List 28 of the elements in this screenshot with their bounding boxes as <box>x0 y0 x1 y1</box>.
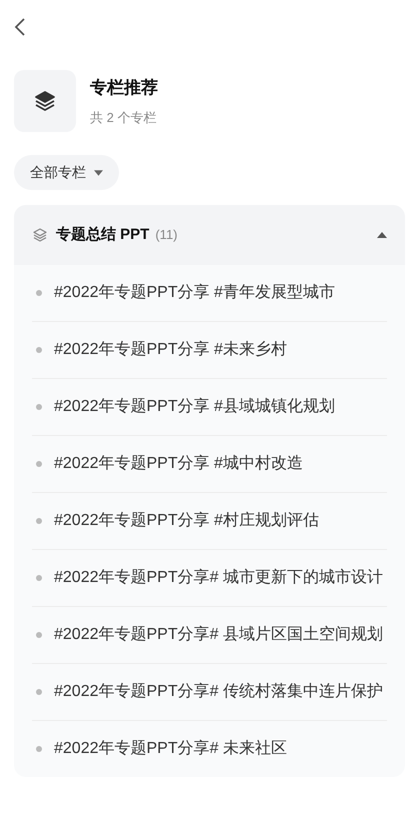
article-link[interactable]: #2022年专题PPT分享# 县域片区国土空间规划 <box>54 622 383 648</box>
article-link[interactable]: #2022年专题PPT分享# 城市更新下的城市设计 <box>54 565 383 591</box>
page-title: 专栏推荐 <box>90 76 158 98</box>
layers-icon <box>32 227 48 243</box>
layers-icon <box>33 89 57 113</box>
bullet-icon <box>36 689 42 695</box>
article-link[interactable]: #2022年专题PPT分享# 传统村落集中连片保护 <box>54 679 383 705</box>
bullet-icon <box>36 518 42 524</box>
article-link[interactable]: #2022年专题PPT分享# 未来社区 <box>54 736 287 762</box>
caret-icon <box>94 170 103 176</box>
section-title: 专题总结 PPT <box>56 224 150 245</box>
column-count: 共 2 个专栏 <box>90 109 158 127</box>
article-link[interactable]: #2022年专题PPT分享 #城中村改造 <box>54 451 303 477</box>
bullet-icon <box>36 404 42 410</box>
article-link[interactable]: #2022年专题PPT分享 #青年发展型城市 <box>54 280 335 306</box>
bullet-icon <box>36 746 42 752</box>
article-link[interactable]: #2022年专题PPT分享 #村庄规划评估 <box>54 508 319 534</box>
bullet-icon <box>36 347 42 353</box>
bullet-icon <box>36 575 42 581</box>
article-link[interactable]: #2022年专题PPT分享 #县域城镇化规划 <box>54 394 335 420</box>
bullet-icon <box>36 461 42 467</box>
section-header[interactable]: 专题总结 PPT (11) <box>14 205 405 265</box>
article-link[interactable]: #2022年专题PPT分享 #未来乡村 <box>54 337 287 363</box>
section-count: (11) <box>155 226 178 244</box>
caret-icon <box>377 232 387 238</box>
bullet-icon <box>36 290 42 296</box>
bullet-icon <box>36 632 42 638</box>
filter-dropdown[interactable]: 全部专栏 <box>14 155 119 190</box>
